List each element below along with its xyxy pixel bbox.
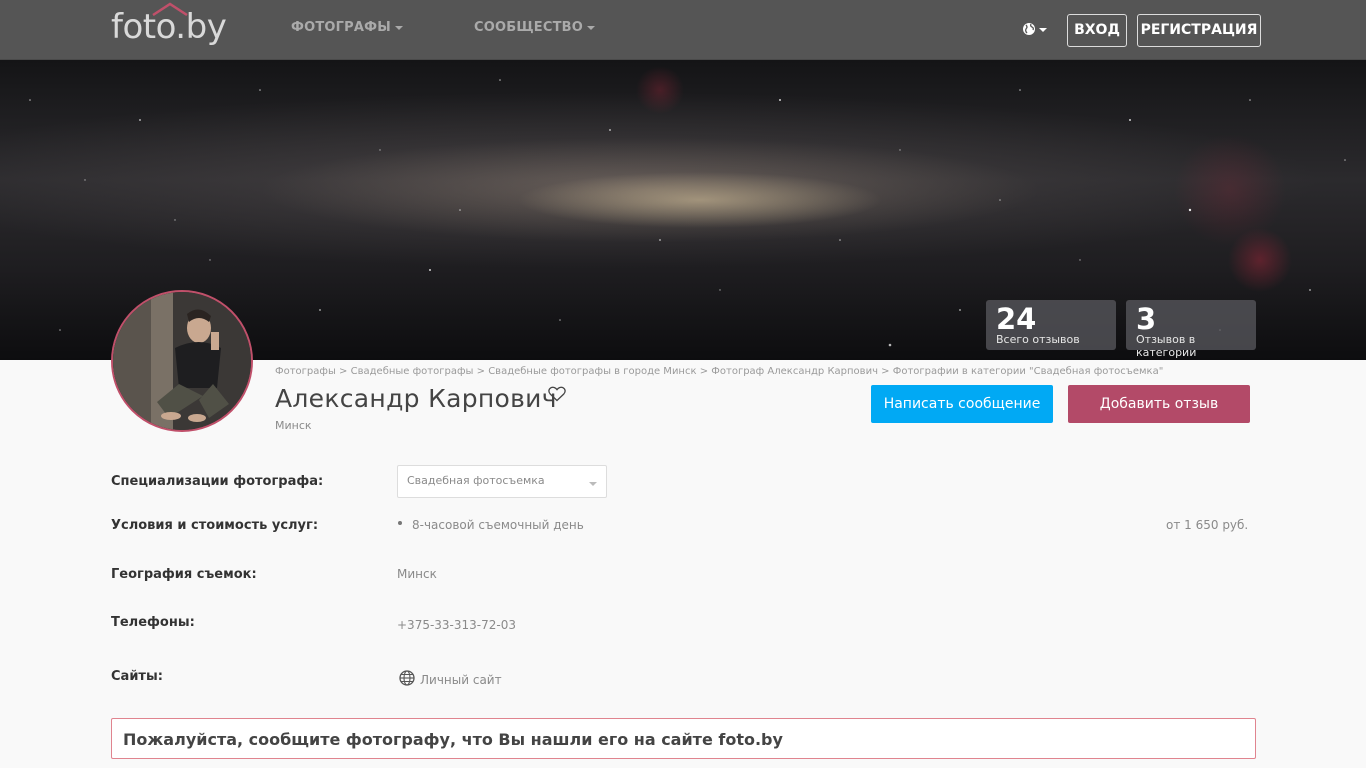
total-reviews-count: 24 [996,302,1037,336]
chevron-down-icon [589,482,597,486]
chevron-down-icon [1039,28,1047,32]
photographer-city: Минск [275,419,312,432]
top-navigation-bar: foto.by ФОТОГРАФЫ СООБЩЕСТВО ВХОД РЕГИСТ… [0,0,1366,60]
notice-box: Пожалуйста, сообщите фотографу, что Вы н… [111,718,1256,759]
breadcrumb-item[interactable]: Свадебные фотографы [351,366,474,377]
total-reviews-label: Всего отзывов [996,333,1080,346]
phone-value[interactable]: +375-33-313-72-03 [397,618,516,632]
breadcrumb-item[interactable]: Фотографы [275,366,336,377]
breadcrumb-separator: > [476,366,485,377]
breadcrumb-item[interactable]: Фотографии в категории "Свадебная фотосъ… [893,366,1164,377]
nav-community-label: СООБЩЕСТВО [474,20,584,35]
nav-photographers-label: ФОТОГРАФЫ [291,20,391,35]
specialization-selected-value: Свадебная фотосъемка [407,474,545,487]
photographer-name: Александр Карпович [275,384,557,413]
category-reviews-stat[interactable]: 3 Отзывов в категории [1126,300,1256,359]
breadcrumb: Фотографы > Свадебные фотографы > Свадеб… [275,366,1163,377]
breadcrumb-separator: > [881,366,890,377]
language-selector[interactable] [1022,21,1048,39]
geography-label: География съемок: [111,567,257,582]
specialization-select[interactable]: Свадебная фотосъемка [397,465,607,498]
specializations-label: Специализации фотографа: [111,474,324,489]
nav-photographers-menu[interactable]: ФОТОГРАФЫ [291,20,403,35]
heart-icon[interactable] [548,386,566,402]
globe-icon [399,670,415,686]
personal-site-link[interactable]: Личный сайт [420,673,502,687]
photographer-avatar [111,290,253,432]
service-name: 8-часовой съемочный день [412,518,584,532]
breadcrumb-separator: > [339,366,348,377]
chevron-down-icon [587,25,596,30]
logo-roof-icon [152,2,188,16]
category-reviews-count: 3 [1136,302,1157,336]
site-logo[interactable]: foto.by [111,2,227,48]
globe-icon [1023,23,1035,35]
add-review-button[interactable]: Добавить отзыв [1068,385,1250,423]
register-button[interactable]: РЕГИСТРАЦИЯ [1137,14,1261,47]
login-button[interactable]: ВХОД [1067,14,1127,47]
sites-label: Сайты: [111,669,163,684]
geography-value: Минск [397,567,437,581]
nav-community-menu[interactable]: СООБЩЕСТВО [474,20,596,35]
services-label: Условия и стоимость услуг: [111,518,319,533]
send-message-button[interactable]: Написать сообщение [871,385,1053,423]
breadcrumb-item[interactable]: Свадебные фотографы в городе Минск [488,366,696,377]
category-reviews-label: Отзывов в категории [1136,333,1197,359]
chevron-down-icon [394,25,403,30]
notice-text: Пожалуйста, сообщите фотографу, что Вы н… [123,730,783,749]
service-price: от 1 650 руб. [1166,518,1249,532]
total-reviews-stat[interactable]: 24 Всего отзывов [986,300,1116,350]
phones-label: Телефоны: [111,615,195,630]
list-bullet [398,521,402,525]
breadcrumb-item[interactable]: Фотограф Александр Карпович [711,366,878,377]
avatar-photo [113,292,251,430]
breadcrumb-separator: > [699,366,709,377]
